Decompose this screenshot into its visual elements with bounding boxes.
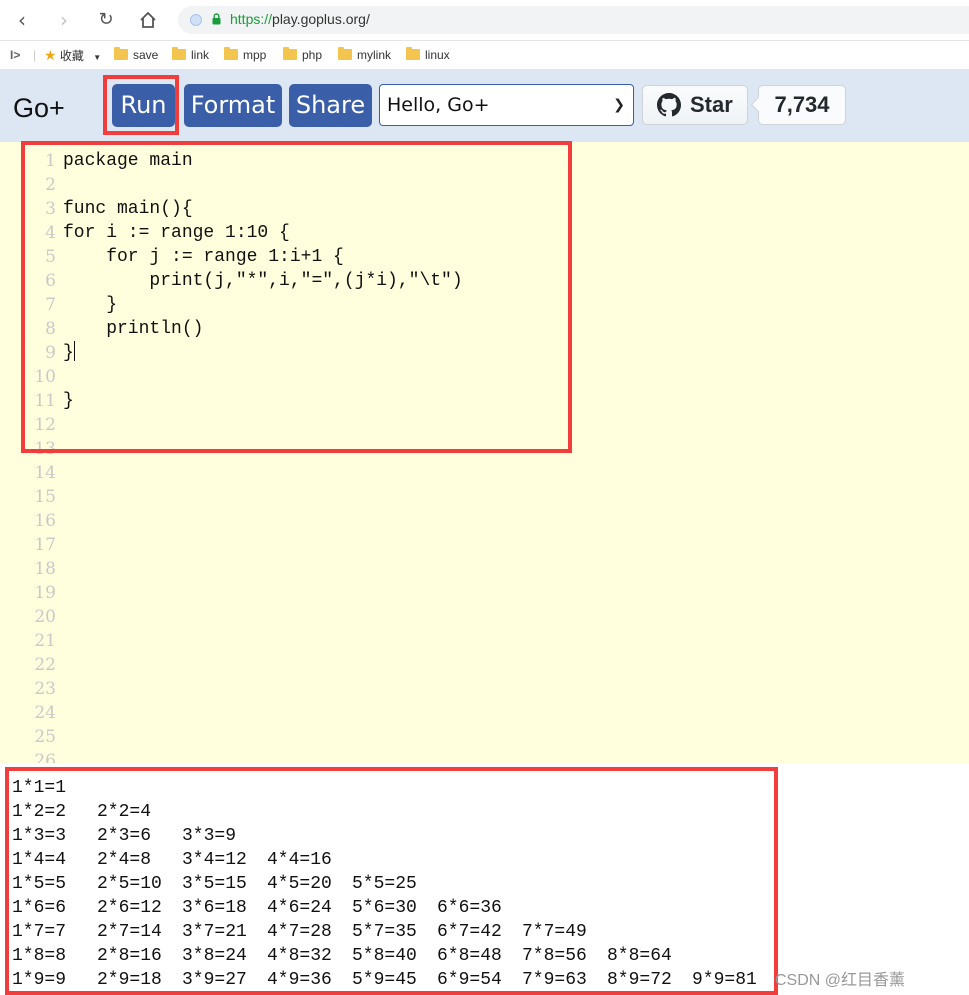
lock-icon bbox=[212, 13, 221, 25]
folder-icon bbox=[172, 47, 186, 60]
brand-logo: Go+ bbox=[13, 93, 65, 123]
bookmark-php[interactable]: php bbox=[283, 47, 322, 63]
bookmark-label: linux bbox=[425, 48, 450, 62]
github-icon bbox=[657, 93, 681, 117]
bookmark-favorites[interactable]: ★ 收藏 ▼ bbox=[44, 47, 101, 63]
line-number: 25 bbox=[34, 727, 56, 747]
folder-icon bbox=[338, 47, 352, 60]
run-highlight-box bbox=[103, 75, 179, 135]
line-number: 19 bbox=[34, 583, 56, 603]
example-selected-value: Hello, Go+ bbox=[387, 94, 490, 116]
address-bar[interactable]: https://play.goplus.org/ bbox=[178, 6, 969, 34]
line-number: 22 bbox=[34, 655, 56, 675]
bookmark-save[interactable]: save bbox=[114, 47, 158, 63]
star-label: Star bbox=[690, 92, 733, 117]
bookmarks-bar: I> | ★ 收藏 ▼ save link mpp php mylink lin… bbox=[0, 41, 969, 68]
bookmark-label: save bbox=[133, 48, 159, 62]
format-button[interactable]: Format bbox=[184, 84, 282, 127]
folder-icon bbox=[406, 47, 420, 60]
example-select[interactable]: Hello, Go+ ❯ bbox=[379, 84, 634, 126]
line-number: 15 bbox=[34, 487, 56, 507]
folder-icon bbox=[114, 47, 128, 60]
line-number: 16 bbox=[34, 511, 56, 531]
star-icon: ★ bbox=[44, 47, 57, 63]
forward-arrow-icon[interactable]: › bbox=[51, 7, 77, 33]
line-number: 14 bbox=[34, 463, 56, 483]
line-number: 24 bbox=[34, 703, 56, 723]
bookmark-label: link bbox=[191, 48, 210, 62]
line-number: 26 bbox=[34, 751, 56, 763]
output-highlight-box bbox=[5, 767, 778, 995]
bookmark-label: mpp bbox=[243, 48, 267, 62]
code-highlight-box bbox=[21, 141, 572, 453]
browser-toolbar: ‹ › ↻ https://play.goplus.org/ bbox=[0, 0, 969, 41]
url-scheme: https:// bbox=[230, 11, 273, 27]
bookmark-linux[interactable]: linux bbox=[406, 47, 450, 63]
line-number: 18 bbox=[34, 559, 56, 579]
site-info-icon[interactable] bbox=[190, 14, 202, 26]
bookmark-link[interactable]: link bbox=[172, 47, 209, 63]
home-icon[interactable] bbox=[135, 7, 161, 33]
back-arrow-icon[interactable]: ‹ bbox=[9, 7, 35, 33]
reload-icon[interactable]: ↻ bbox=[93, 7, 119, 33]
dropdown-arrow-icon: ▼ bbox=[93, 53, 102, 62]
bookmark-label: 收藏 bbox=[59, 49, 84, 63]
chevron-down-icon: ❯ bbox=[613, 97, 625, 113]
watermark: CSDN @红目香薰 bbox=[775, 972, 906, 989]
star-count[interactable]: 7,734 bbox=[758, 85, 846, 125]
sidebar-toggle-icon[interactable]: I> bbox=[10, 47, 20, 63]
url-host: play.goplus.org/ bbox=[272, 11, 370, 27]
bookmark-label: php bbox=[302, 48, 323, 62]
bookmark-mylink[interactable]: mylink bbox=[338, 47, 391, 63]
github-star-button[interactable]: Star bbox=[642, 85, 748, 125]
bookmark-mpp[interactable]: mpp bbox=[224, 47, 266, 63]
share-button[interactable]: Share bbox=[289, 84, 372, 127]
separator: | bbox=[33, 48, 37, 62]
folder-icon bbox=[283, 47, 297, 60]
bookmark-label: mylink bbox=[357, 48, 392, 62]
folder-icon bbox=[224, 47, 238, 60]
line-number: 21 bbox=[34, 631, 56, 651]
line-number: 23 bbox=[34, 679, 56, 699]
url-text[interactable]: https://play.goplus.org/ bbox=[230, 11, 370, 27]
line-number: 20 bbox=[34, 607, 56, 627]
line-number: 17 bbox=[34, 535, 56, 555]
